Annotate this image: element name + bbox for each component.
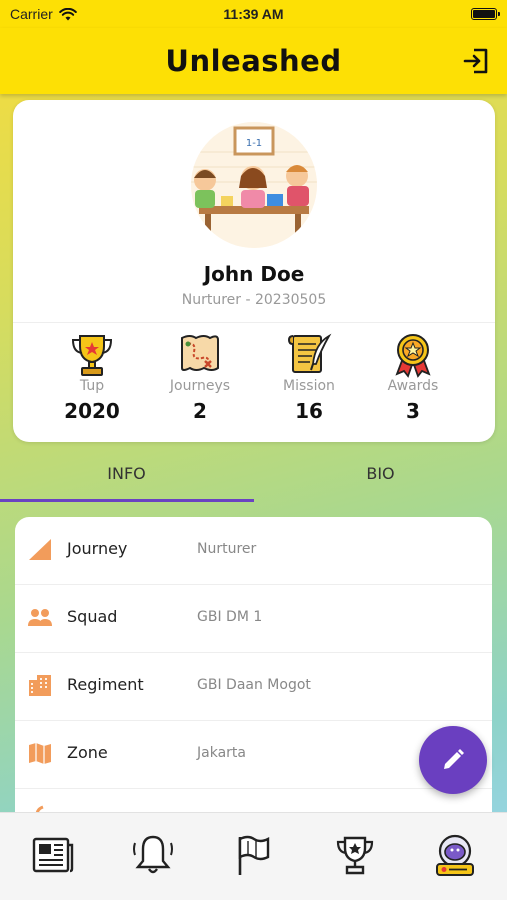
app-bar: Unleashed — [0, 28, 507, 94]
tab-info[interactable]: INFO — [0, 444, 253, 502]
logout-icon[interactable] — [461, 46, 491, 76]
pencil-icon — [444, 749, 464, 769]
info-row-journey: Journey Nurturer — [15, 517, 492, 585]
tab-bio[interactable]: BIO — [254, 444, 507, 502]
stat-journeys[interactable]: Journeys 2 — [150, 330, 250, 423]
scroll-quill-icon — [287, 333, 332, 373]
info-row-regiment: Regiment GBI Daan Mogot — [15, 653, 492, 721]
stat-value: 2020 — [64, 399, 120, 423]
info-value: GBI Daan Mogot — [197, 677, 311, 693]
tab-bar: INFO BIO — [0, 444, 507, 502]
stat-value: 2 — [193, 399, 207, 423]
stat-value: 3 — [406, 399, 420, 423]
map-icon — [29, 743, 51, 764]
app-title: Unleashed — [165, 44, 342, 78]
battery-icon — [471, 8, 500, 20]
bell-icon[interactable] — [129, 831, 177, 879]
stat-label: Mission — [283, 378, 335, 394]
profile-card: 1-1 John Doe Nurturer - 20230505 Tup 202… — [13, 100, 495, 442]
info-label: Regiment — [67, 675, 144, 694]
edit-profile-button[interactable] — [419, 726, 487, 794]
status-bar: Carrier 11:39 AM — [0, 0, 507, 28]
stat-tup[interactable]: Tup 2020 — [42, 330, 142, 423]
info-label: Journey — [67, 539, 128, 558]
info-value: GBI DM 1 — [197, 609, 263, 625]
user-name: John Doe — [203, 262, 305, 286]
divider — [13, 322, 495, 323]
medal-icon — [395, 334, 431, 378]
wifi-icon — [58, 7, 77, 20]
info-row-squad: Squad GBI DM 1 — [15, 585, 492, 653]
avatar[interactable]: 1-1 — [191, 122, 317, 248]
astronaut-profile-icon[interactable] — [431, 831, 479, 879]
info-value: Jakarta — [197, 745, 246, 761]
newspaper-icon[interactable] — [28, 831, 76, 879]
trophy-icon — [71, 335, 113, 376]
people-icon — [28, 609, 52, 626]
user-role-id: Nurturer - 20230505 — [181, 292, 327, 308]
treasure-map-icon — [181, 335, 219, 371]
info-list: Journey Nurturer Squad GBI DM 1 Regiment… — [15, 517, 492, 847]
stat-mission[interactable]: Mission 16 — [259, 330, 359, 423]
info-value: Nurturer — [197, 541, 257, 557]
flag-icon[interactable] — [230, 831, 278, 879]
triangle-icon — [29, 539, 51, 560]
trophy-outline-icon[interactable] — [331, 831, 379, 879]
stat-label: Awards — [387, 378, 439, 394]
info-label: Zone — [67, 743, 108, 762]
info-label: Squad — [67, 607, 118, 626]
stat-label: Tup — [79, 378, 105, 394]
bottom-nav — [0, 812, 507, 900]
buildings-icon — [29, 675, 51, 696]
stat-awards[interactable]: Awards 3 — [363, 330, 463, 423]
tab-indicator — [0, 499, 254, 502]
stat-value: 16 — [295, 399, 323, 423]
carrier-label: Carrier — [10, 6, 53, 22]
board-text: 1-1 — [246, 138, 262, 149]
stat-label: Journeys — [169, 378, 231, 394]
